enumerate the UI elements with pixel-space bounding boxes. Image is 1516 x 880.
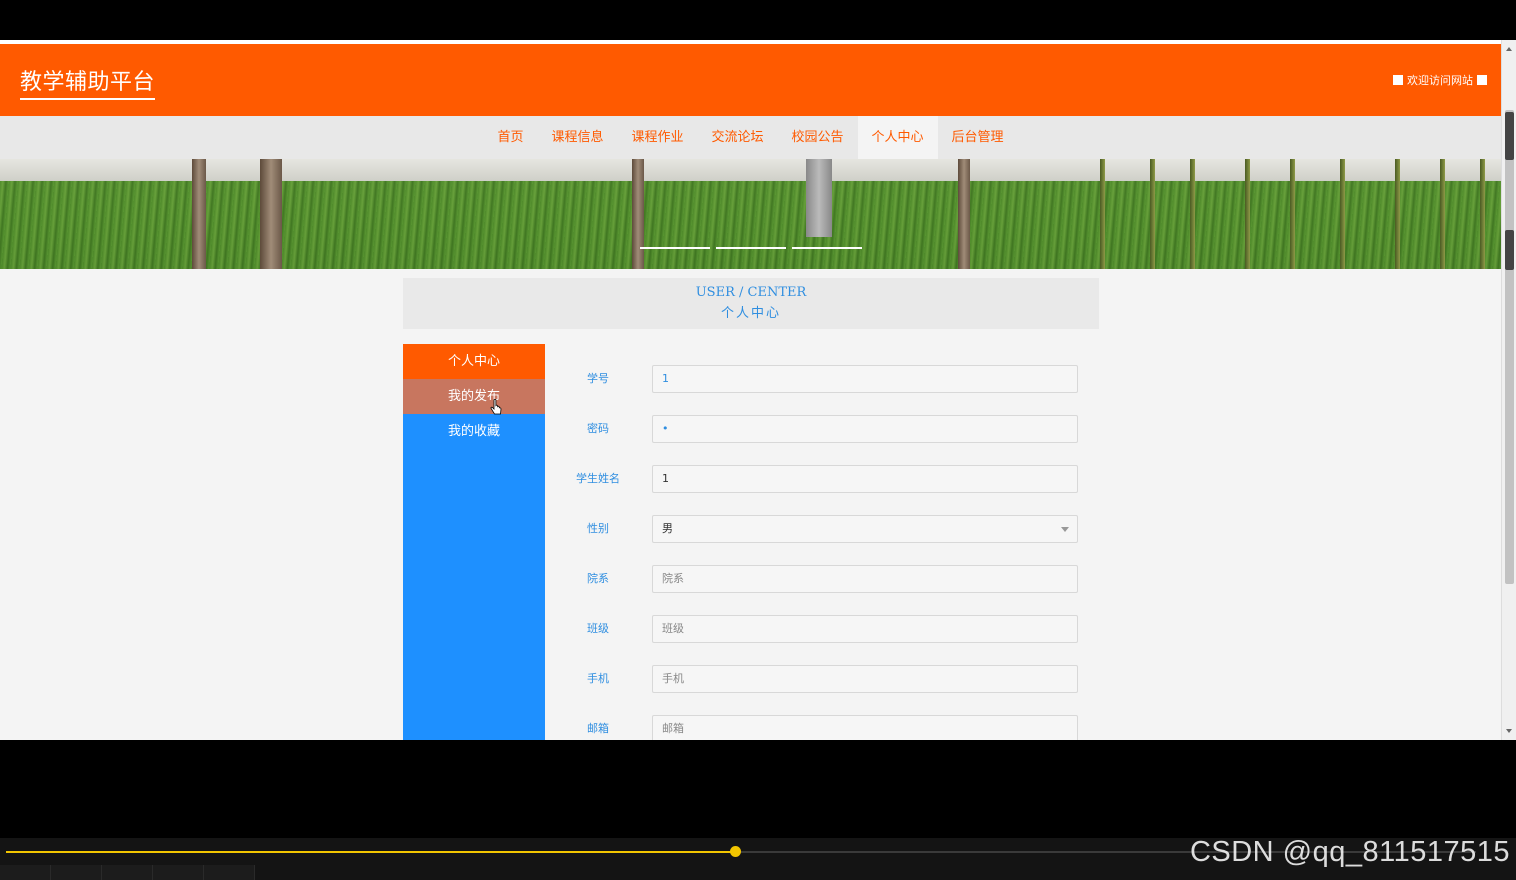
- nav-item-home[interactable]: 首页: [483, 116, 537, 159]
- form-row-student-id: 学号 1: [566, 365, 1086, 415]
- user-sidebar: 个人中心 我的发布 我的收藏: [403, 344, 545, 740]
- email-input[interactable]: 邮箱: [652, 715, 1078, 740]
- form-row-email: 邮箱 邮箱: [566, 715, 1086, 740]
- player-button[interactable]: [153, 865, 204, 880]
- carousel-indicators: [640, 247, 862, 249]
- form-row-phone: 手机 手机: [566, 665, 1086, 715]
- welcome-banner: 欢迎访问网站: [1393, 72, 1487, 88]
- hand-cursor-icon: [490, 399, 502, 415]
- square-icon: [1477, 75, 1487, 85]
- watermark: CSDN @qq_811517515: [1189, 836, 1510, 868]
- form-row-student-name: 学生姓名 1: [566, 465, 1086, 515]
- sidebar-item-my-posts[interactable]: 我的发布: [403, 379, 545, 414]
- password-label: 密码: [587, 422, 609, 435]
- gender-label: 性别: [587, 522, 609, 535]
- hero-banner: [0, 159, 1501, 269]
- phone-input[interactable]: 手机: [652, 665, 1078, 693]
- carousel-dot[interactable]: [792, 247, 862, 249]
- department-input[interactable]: 院系: [652, 565, 1078, 593]
- sidebar-item-user-center[interactable]: 个人中心: [403, 344, 545, 379]
- student-id-label: 学号: [587, 372, 609, 385]
- carousel-dot[interactable]: [640, 247, 710, 249]
- main-nav: 首页 课程信息 课程作业 交流论坛 校园公告 个人中心 后台管理: [0, 116, 1501, 159]
- form-row-password: 密码 •: [566, 415, 1086, 465]
- class-input[interactable]: 班级: [652, 615, 1078, 643]
- welcome-text: 欢迎访问网站: [1407, 74, 1473, 87]
- scroll-down-icon[interactable]: [1506, 729, 1512, 733]
- player-button[interactable]: [51, 865, 102, 880]
- carousel-dot[interactable]: [716, 247, 786, 249]
- profile-form: 学号 1 密码 • 学生姓名 1 性别 男 院系 院系 班级 班级 手机 手机 …: [566, 365, 1086, 740]
- password-input[interactable]: •: [652, 415, 1078, 443]
- form-row-gender: 性别 男: [566, 515, 1086, 565]
- scrollbar-thumb[interactable]: [1505, 110, 1514, 584]
- department-label: 院系: [587, 572, 609, 585]
- nav-item-forum[interactable]: 交流论坛: [697, 116, 777, 159]
- player-button[interactable]: [204, 865, 255, 880]
- seek-bar-progress: [6, 851, 736, 853]
- gender-select[interactable]: 男: [652, 515, 1078, 543]
- browser-viewport: 教学辅助平台 欢迎访问网站 首页 课程信息 课程作业 交流论坛 校园公告 个人中…: [0, 40, 1516, 740]
- player-button-row: [0, 865, 255, 880]
- scroll-marker: [1505, 230, 1514, 270]
- nav-item-course-homework[interactable]: 课程作业: [617, 116, 697, 159]
- scroll-marker: [1505, 112, 1514, 160]
- nav-item-announcements[interactable]: 校园公告: [778, 116, 858, 159]
- section-title: USER / CENTER 个人中心: [403, 278, 1099, 329]
- student-id-input[interactable]: 1: [652, 365, 1078, 393]
- site-header: 教学辅助平台 欢迎访问网站: [0, 44, 1501, 116]
- site-logo[interactable]: 教学辅助平台: [20, 64, 156, 100]
- square-icon: [1393, 75, 1403, 85]
- seek-knob[interactable]: [729, 846, 741, 857]
- chevron-down-icon: [1061, 527, 1069, 532]
- form-row-class: 班级 班级: [566, 615, 1086, 665]
- section-title-cn: 个人中心: [720, 306, 781, 321]
- screen: 教学辅助平台 欢迎访问网站 首页 课程信息 课程作业 交流论坛 校园公告 个人中…: [0, 0, 1516, 880]
- gender-select-value: 男: [662, 522, 673, 535]
- scroll-up-icon[interactable]: [1506, 47, 1512, 51]
- nav-item-user-center[interactable]: 个人中心: [857, 116, 938, 159]
- section-title-en: USER / CENTER: [695, 285, 807, 300]
- form-row-department: 院系 院系: [566, 565, 1086, 615]
- sidebar-item-my-favorites[interactable]: 我的收藏: [403, 414, 545, 449]
- email-label: 邮箱: [587, 722, 609, 735]
- nav-item-course-info[interactable]: 课程信息: [537, 116, 617, 159]
- nav-item-admin[interactable]: 后台管理: [938, 116, 1018, 159]
- class-label: 班级: [587, 622, 609, 635]
- student-name-label: 学生姓名: [576, 472, 620, 485]
- phone-label: 手机: [587, 672, 609, 685]
- student-name-input[interactable]: 1: [652, 465, 1078, 493]
- player-button[interactable]: [0, 865, 51, 880]
- player-button[interactable]: [102, 865, 153, 880]
